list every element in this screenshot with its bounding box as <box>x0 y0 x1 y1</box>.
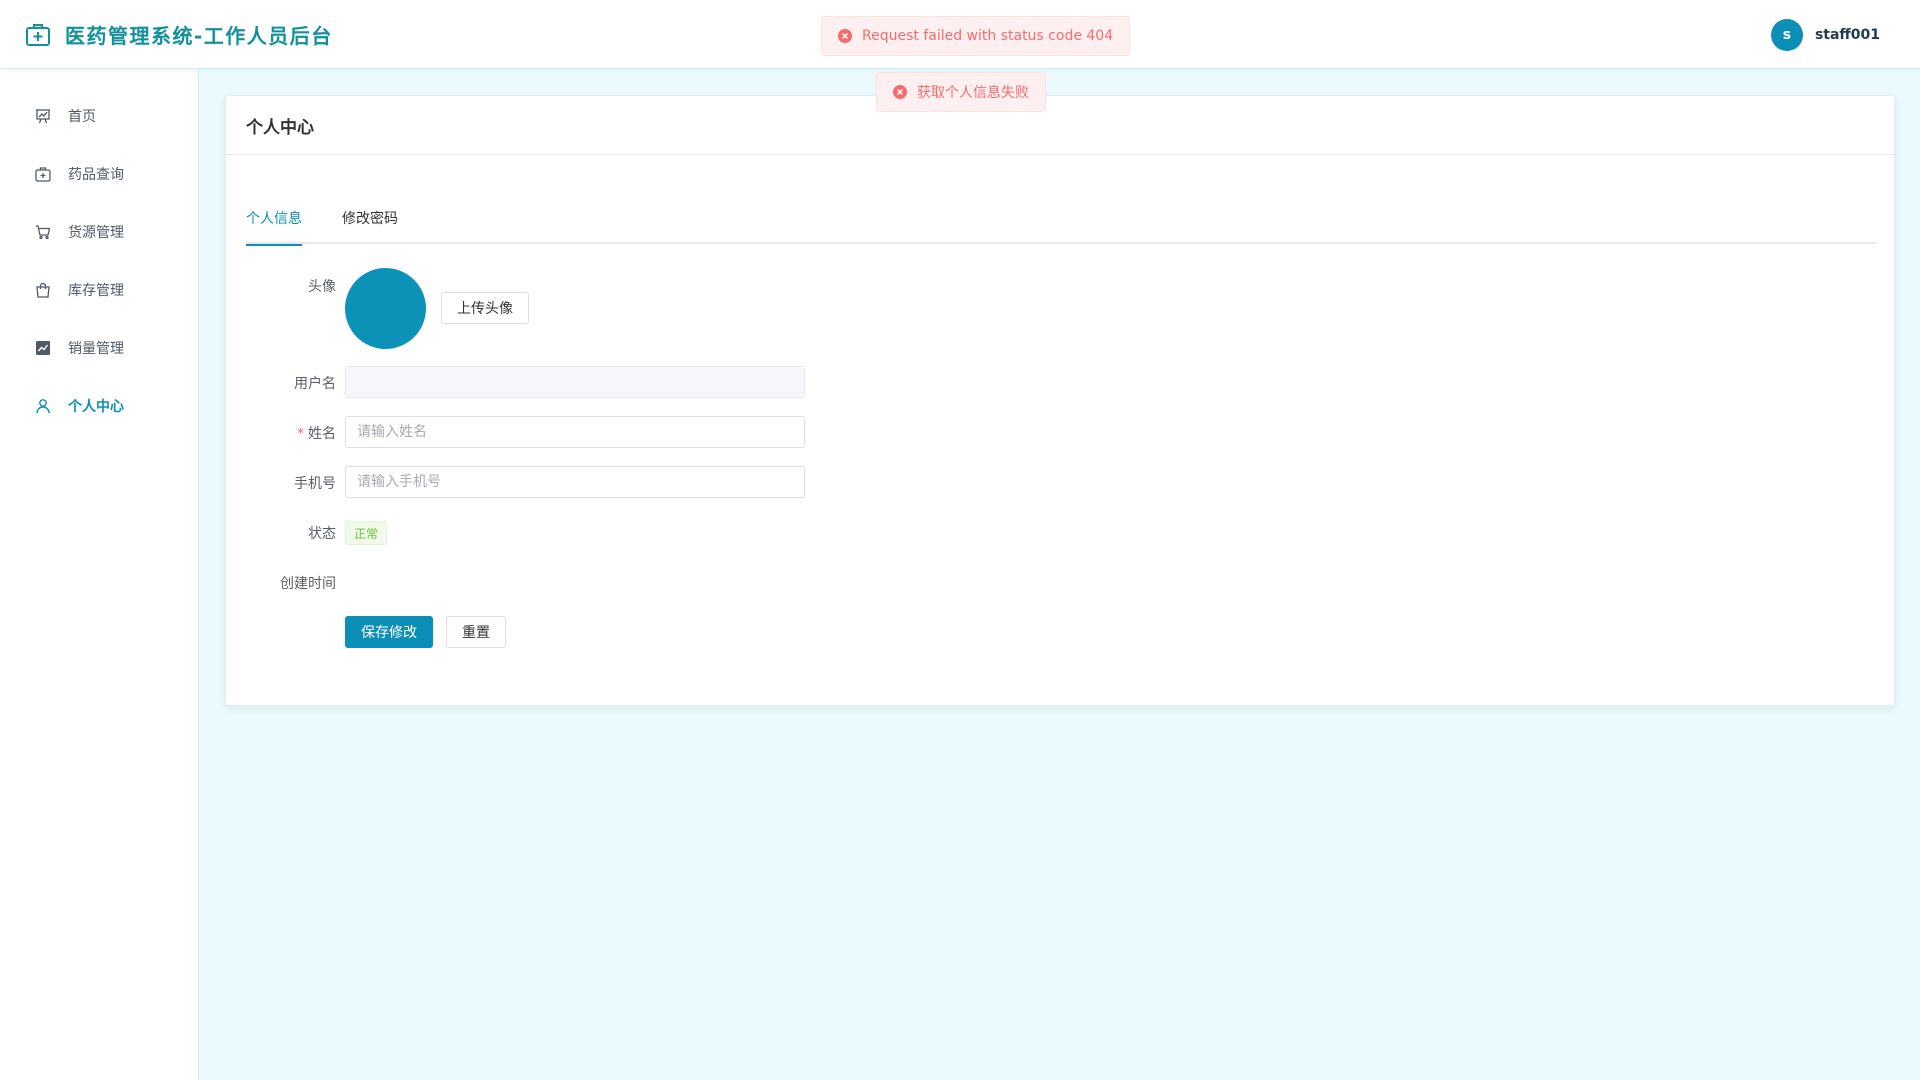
tab-personal-info[interactable]: 个人信息 <box>246 206 302 246</box>
status-badge: 正常 <box>345 521 388 545</box>
tab-label: 修改密码 <box>342 211 398 227</box>
sidebar-item-supply[interactable]: 货源管理 <box>0 203 198 261</box>
sidebar: 首页 药品查询 货源管理 库存管理 销量管理 个人中心 <box>0 69 199 1080</box>
brand: 医药管理系统-工作人员后台 <box>25 20 333 49</box>
sidebar-item-inventory[interactable]: 库存管理 <box>0 261 198 319</box>
phone-label: 手机号 <box>294 476 336 492</box>
user-menu[interactable]: s staff001 <box>1770 19 1880 51</box>
error-toast: Request failed with status code 404 <box>821 16 1131 56</box>
tab-label: 个人信息 <box>246 211 302 227</box>
status-label: 状态 <box>308 526 336 542</box>
avatar[interactable]: s <box>1770 19 1803 51</box>
trend-chart-icon <box>35 340 51 356</box>
toast-message: 获取个人信息失败 <box>917 85 1029 101</box>
sidebar-item-home[interactable]: 首页 <box>0 87 198 145</box>
error-circle-icon <box>838 29 852 43</box>
username-label: 用户名 <box>294 376 336 392</box>
sidebar-item-sales[interactable]: 销量管理 <box>0 319 198 377</box>
error-circle-icon <box>893 85 907 99</box>
sidebar-item-label: 首页 <box>68 109 96 125</box>
sidebar-item-label: 个人中心 <box>68 399 124 415</box>
medical-kit-icon <box>25 22 51 48</box>
card-header: 个人中心 <box>226 96 1894 155</box>
username[interactable]: staff001 <box>1815 27 1880 43</box>
shopping-cart-icon <box>35 224 51 240</box>
sidebar-item-label: 药品查询 <box>68 167 124 183</box>
app-title: 医药管理系统-工作人员后台 <box>65 24 333 48</box>
sidebar-item-label: 销量管理 <box>68 341 124 357</box>
save-button[interactable]: 保存修改 <box>345 616 433 648</box>
name-label-text: 姓名 <box>308 426 336 442</box>
sidebar-item-label: 库存管理 <box>68 283 124 299</box>
upload-avatar-button[interactable]: 上传头像 <box>441 292 529 324</box>
presentation-chart-icon <box>35 108 51 124</box>
user-icon <box>35 398 51 414</box>
toast-message: Request failed with status code 404 <box>862 28 1114 44</box>
tab-change-password[interactable]: 修改密码 <box>342 206 398 244</box>
tab-bar: 个人信息 修改密码 <box>246 206 1876 246</box>
profile-avatar <box>345 268 426 349</box>
sidebar-item-drug-search[interactable]: 药品查询 <box>0 145 198 203</box>
page-title: 个人中心 <box>246 117 314 138</box>
sidebar-item-profile[interactable]: 个人中心 <box>0 377 198 435</box>
avatar-label: 头像 <box>308 279 336 295</box>
created-time-label: 创建时间 <box>280 576 336 592</box>
profile-card: 个人中心 个人信息 修改密码 头像 上传头像 用户名 *姓名 手机号 状态 正常… <box>225 95 1895 706</box>
tab-active-indicator <box>246 244 302 246</box>
name-field[interactable] <box>345 416 805 448</box>
phone-field[interactable] <box>345 466 805 498</box>
error-toast: 获取个人信息失败 <box>876 72 1046 112</box>
shopping-bag-icon <box>35 282 51 298</box>
reset-button[interactable]: 重置 <box>446 616 506 648</box>
username-field[interactable] <box>345 366 805 398</box>
name-label: * 姓名 <box>226 423 336 443</box>
sidebar-item-label: 货源管理 <box>68 225 124 241</box>
medical-kit-icon <box>35 166 51 182</box>
required-mark: * <box>297 426 304 442</box>
